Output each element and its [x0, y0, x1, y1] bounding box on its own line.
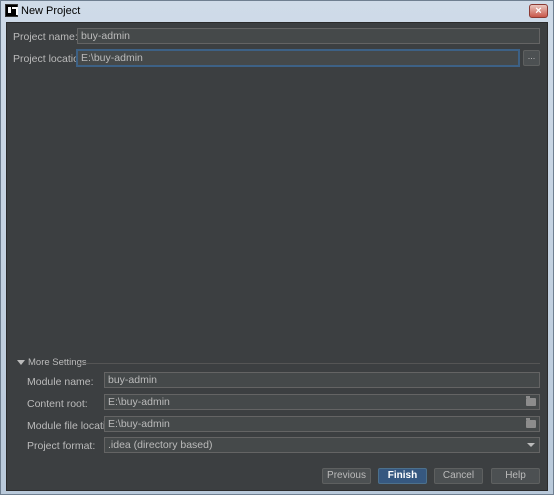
more-settings-toggle[interactable]: More Settings — [15, 357, 540, 369]
content-root-value: E:\buy-admin — [108, 396, 170, 408]
finish-button[interactable]: Finish — [378, 468, 427, 484]
chevron-down-icon — [527, 443, 535, 447]
cancel-button[interactable]: Cancel — [434, 468, 483, 484]
more-settings-title: More Settings — [28, 357, 87, 368]
project-format-label: Project format: — [27, 440, 96, 452]
project-format-value: .idea (directory based) — [108, 439, 213, 451]
close-button[interactable]: × — [529, 4, 548, 18]
content-root-label: Content root: — [27, 398, 88, 410]
module-name-input[interactable]: buy-admin — [104, 372, 540, 388]
project-location-input[interactable]: E:\buy-admin — [77, 50, 519, 66]
dialog-content: Project name: buy-admin Project location… — [6, 22, 548, 491]
intellij-icon — [5, 4, 18, 17]
triangle-down-icon — [17, 360, 25, 365]
module-file-location-input[interactable]: E:\buy-admin — [104, 416, 540, 432]
folder-icon[interactable] — [526, 418, 536, 428]
previous-button[interactable]: Previous — [322, 468, 371, 484]
module-file-location-value: E:\buy-admin — [108, 418, 170, 430]
content-root-input[interactable]: E:\buy-admin — [104, 394, 540, 410]
browse-location-button[interactable]: ... — [523, 50, 540, 66]
project-format-select[interactable]: .idea (directory based) — [104, 437, 540, 453]
module-name-label: Module name: — [27, 376, 94, 388]
title-bar[interactable]: New Project × — [1, 1, 553, 21]
separator — [79, 363, 540, 364]
project-name-label: Project name: — [13, 31, 78, 43]
window-title: New Project — [21, 5, 81, 17]
help-button[interactable]: Help — [491, 468, 540, 484]
new-project-dialog: New Project × Project name: buy-admin Pr… — [0, 0, 554, 495]
folder-icon[interactable] — [526, 396, 536, 406]
project-name-input[interactable]: buy-admin — [77, 28, 540, 44]
